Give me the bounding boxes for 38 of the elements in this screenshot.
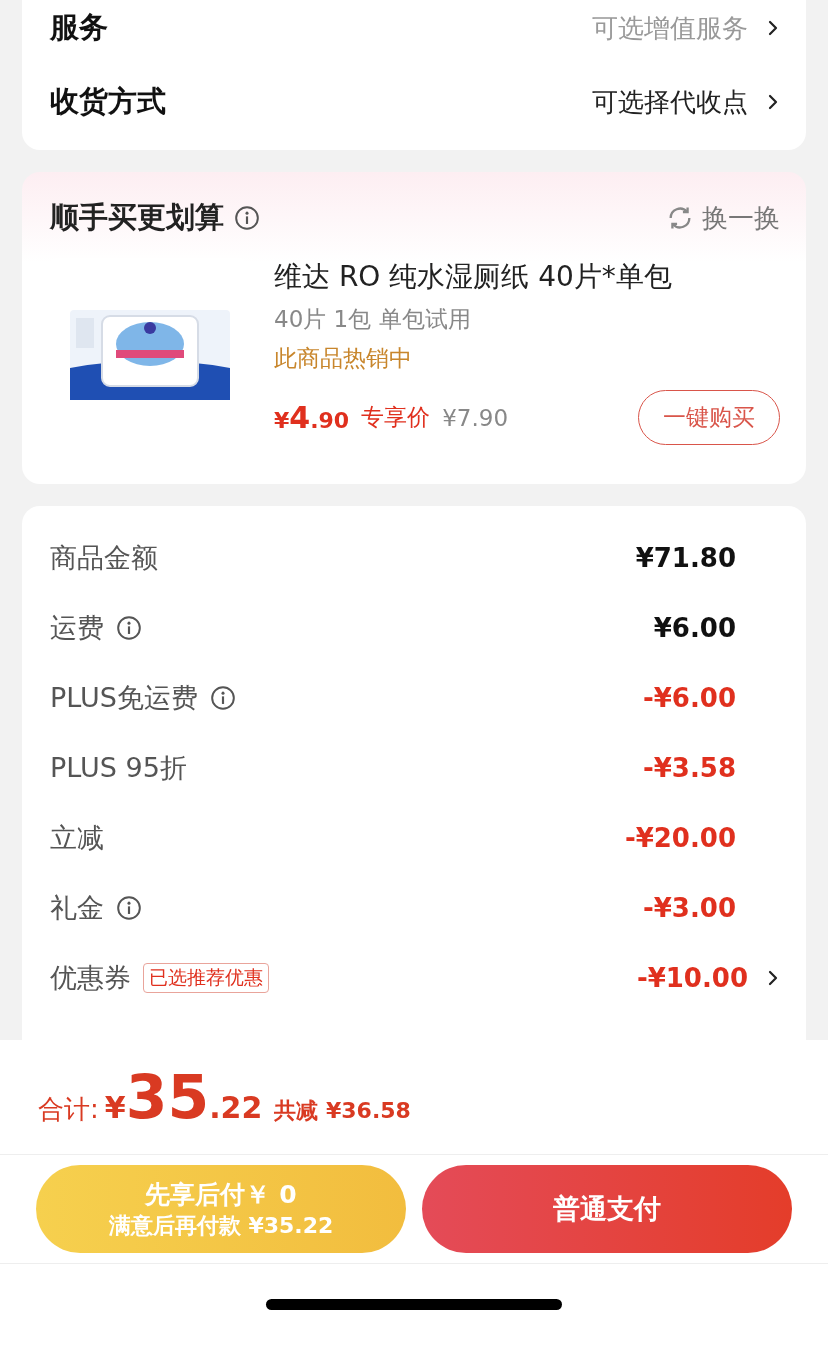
info-icon[interactable] (209, 685, 236, 711)
row-label: 收货方式 (50, 83, 166, 120)
coupon-tag: 已选推荐优惠 (143, 963, 269, 993)
amount: ¥6.00 (653, 613, 736, 643)
info-icon[interactable] (116, 615, 142, 641)
row-value[interactable]: 可选择代收点 (592, 84, 748, 120)
chevron-icon (768, 20, 778, 36)
product-name[interactable]: 维达 RO 纯水湿厕纸 40片*单包 (274, 258, 780, 296)
hot-sale-note: 此商品热销中 (274, 344, 413, 373)
row-label: PLUS 95折 (50, 751, 187, 785)
total-amount: ¥35.22 (104, 1062, 263, 1132)
buy-button[interactable]: 一键购买 (638, 390, 780, 445)
amount: -¥3.00 (642, 893, 736, 923)
info-icon[interactable] (234, 205, 260, 231)
amount: -¥6.00 (642, 683, 736, 713)
amount: ¥71.80 (635, 543, 736, 573)
sale-price: ¥4.90 (274, 400, 350, 435)
chevron-icon (768, 94, 778, 110)
section-title: 顺手买更划算 (50, 199, 224, 236)
amount: -¥3.58 (642, 753, 736, 783)
total-label: 合计: (38, 1093, 99, 1126)
product-spec: 40片 1包 单包试用 (274, 305, 472, 334)
info-icon[interactable] (116, 895, 142, 921)
row-label: 运费 (50, 611, 104, 645)
amount: -¥10.00 (636, 963, 748, 993)
row-label: 礼金 (50, 891, 104, 925)
row-label: 服务 (50, 9, 108, 46)
row-label: 立减 (50, 821, 104, 855)
row-label: PLUS免运费 (50, 681, 198, 715)
row-label: 商品金额 (50, 541, 158, 575)
original-price: ¥7.90 (442, 404, 509, 431)
row-value[interactable]: 可选增值服务 (592, 10, 748, 46)
refresh-button[interactable]: 换一换 (666, 200, 780, 236)
savings-text: 共减 ¥36.58 (274, 1097, 411, 1125)
price-label: 专享价 (361, 403, 431, 432)
row-label: 优惠券 (50, 961, 131, 995)
amount: -¥20.00 (624, 823, 736, 853)
pay-button[interactable]: 普通支付 (422, 1165, 792, 1253)
